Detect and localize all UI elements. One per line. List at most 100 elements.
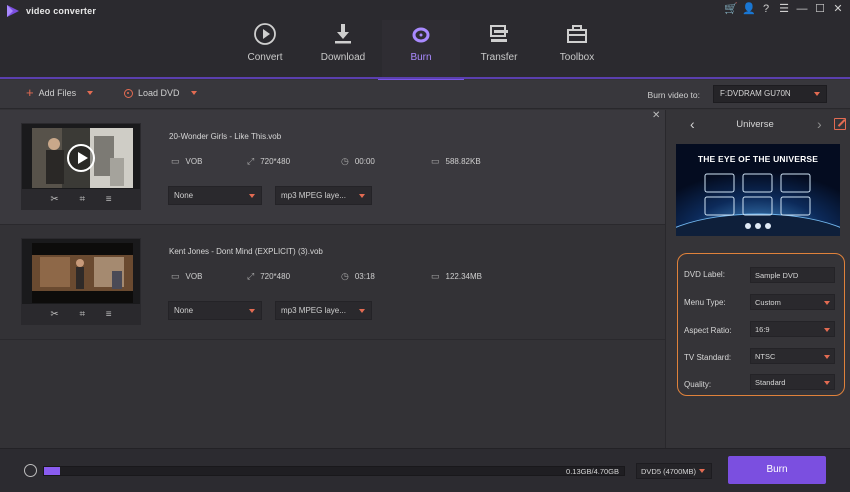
tab-toolbox[interactable]: Toolbox (538, 20, 616, 78)
disc-capacity-bar: 0.13GB/4.70GB (43, 466, 625, 476)
chevron-down-icon (824, 381, 830, 385)
quality-select[interactable]: Standard (750, 374, 835, 390)
burn-button[interactable]: Burn (728, 456, 826, 484)
toolbox-icon (567, 25, 587, 43)
audio-select[interactable]: mp3 MPEG laye... (275, 301, 372, 320)
file-format: ▭ VOB (171, 271, 202, 282)
load-dvd-label: Load DVD (138, 88, 180, 98)
aspect-ratio-value: 16:9 (755, 325, 770, 334)
alarm-clock-icon[interactable] (24, 464, 37, 477)
clock-icon: ◷ (341, 156, 349, 166)
help-icon[interactable]: ? (760, 2, 772, 16)
disc-icon (124, 88, 133, 98)
video-thumbnail[interactable]: ✂ ⌗ ≡ (21, 123, 141, 210)
tab-transfer[interactable]: Transfer (460, 20, 538, 78)
tv-standard-select[interactable]: NTSC (750, 348, 835, 364)
disc-type-value: DVD5 (4700MB) (641, 467, 697, 476)
close-icon[interactable]: ✕ (652, 110, 660, 121)
chevron-down-icon (359, 194, 365, 198)
resolution-icon: ⤢ (247, 271, 255, 281)
resolution-value: 720*480 (260, 157, 291, 166)
title-bar: video converter 🛒 👤 ? ☰ — ☐ ✕ Convert Do… (0, 0, 850, 80)
size-value: 122.34MB (445, 272, 482, 281)
user-icon[interactable]: 👤 (742, 2, 756, 16)
minimize-icon[interactable]: — (796, 2, 808, 16)
nav-divider (0, 77, 850, 79)
disc-capacity-text: 0.13GB/4.70GB (566, 467, 619, 476)
play-icon[interactable] (67, 144, 95, 172)
effects-icon[interactable]: ≡ (106, 309, 112, 320)
effects-icon[interactable]: ≡ (106, 194, 112, 205)
chevron-down-icon (824, 328, 830, 332)
tab-download[interactable]: Download (304, 20, 382, 78)
file-size: ▭ 122.34MB (431, 271, 482, 282)
chevron-down-icon[interactable] (190, 91, 197, 95)
menu-icon[interactable]: ☰ (778, 2, 790, 16)
film-icon: ▭ (171, 271, 180, 281)
disc-type-select[interactable]: DVD5 (4700MB) (636, 463, 712, 479)
dvd-label-input[interactable]: Sample DVD (750, 267, 835, 283)
resolution-value: 720*480 (260, 272, 291, 281)
burn-target-value: F:DVDRAM GU70N (720, 89, 791, 98)
tab-burn[interactable]: Burn (378, 20, 464, 80)
format-value: VOB (185, 157, 203, 166)
tab-label: Burn (410, 52, 432, 63)
load-dvd-button[interactable]: Load DVD (124, 88, 197, 98)
add-files-label: Add Files (38, 88, 77, 98)
audio-select[interactable]: mp3 MPEG laye... (275, 186, 372, 205)
crop-icon[interactable]: ⌗ (79, 194, 85, 205)
logo-icon (7, 5, 19, 17)
tab-label: Toolbox (559, 52, 595, 63)
template-preview: THE EYE OF THE UNIVERSE (676, 144, 840, 236)
close-icon[interactable]: ✕ (832, 2, 844, 16)
resolution-icon: ⤢ (247, 156, 255, 166)
app-logo: video converter (6, 4, 96, 18)
cut-icon[interactable]: ✂ (50, 194, 58, 205)
burn-video-to-label: Burn video to: (647, 90, 700, 100)
tab-label: Download (320, 52, 366, 63)
aspect-ratio-select[interactable]: 16:9 (750, 321, 835, 337)
chevron-down-icon (359, 309, 365, 313)
chevron-down-icon (824, 301, 830, 305)
main-nav: Convert Download Burn Transfer Toolbox (226, 20, 616, 80)
transfer-icon (490, 25, 508, 42)
maximize-icon[interactable]: ☐ (814, 2, 826, 16)
file-format: ▭ VOB (171, 156, 202, 167)
thumbnail-image (32, 243, 133, 303)
subtitle-select[interactable]: None (168, 301, 262, 320)
chevron-down-icon[interactable] (87, 91, 94, 95)
file-row[interactable]: ✂ ⌗ ≡ Kent Jones - Dont Mind (EXPLICIT) … (0, 225, 665, 340)
tab-convert[interactable]: Convert (226, 20, 304, 78)
file-name: 20-Wonder Girls - Like This.vob (169, 132, 282, 141)
chevron-right-icon[interactable]: › (817, 116, 822, 132)
video-thumbnail[interactable]: ✂ ⌗ ≡ (21, 238, 141, 325)
dvd-label-label: DVD Label: (684, 270, 725, 279)
cut-icon[interactable]: ✂ (50, 309, 58, 320)
add-files-button[interactable]: + Add Files (26, 86, 94, 99)
tab-label: Convert (247, 52, 283, 63)
disc-capacity-fill (44, 467, 61, 475)
duration-value: 00:00 (354, 157, 375, 166)
menu-template-panel: ‹ Universe › THE EYE OF THE UNIVERSE DVD… (665, 110, 850, 448)
film-icon: ▭ (171, 156, 180, 166)
menu-type-label: Menu Type: (684, 298, 726, 307)
cart-icon[interactable]: 🛒 (724, 2, 738, 16)
file-resolution: ⤢ 720*480 (247, 156, 290, 167)
subtitle-select[interactable]: None (168, 186, 262, 205)
size-value: 588.82KB (445, 157, 481, 166)
crop-icon[interactable]: ⌗ (79, 309, 85, 320)
menu-type-select[interactable]: Custom (750, 294, 835, 310)
folder-icon: ▭ (431, 156, 440, 166)
audio-value: mp3 MPEG laye... (281, 191, 346, 200)
duration-value: 03:18 (354, 272, 375, 281)
dvd-label-value: Sample DVD (755, 271, 799, 280)
disc-settings: DVD Label: Sample DVD Menu Type: Custom … (677, 253, 845, 396)
file-duration: ◷ 03:18 (341, 271, 375, 282)
app-title: video converter (26, 6, 97, 16)
chevron-down-icon (699, 469, 705, 473)
edit-icon[interactable] (834, 118, 846, 130)
chevron-down-icon (249, 194, 255, 198)
file-row[interactable]: ✂ ⌗ ≡ 20-Wonder Girls - Like This.vob ▭ V… (0, 110, 665, 225)
file-duration: ◷ 00:00 (341, 156, 375, 167)
burn-target-select[interactable]: F:DVDRAM GU70N (713, 85, 827, 103)
